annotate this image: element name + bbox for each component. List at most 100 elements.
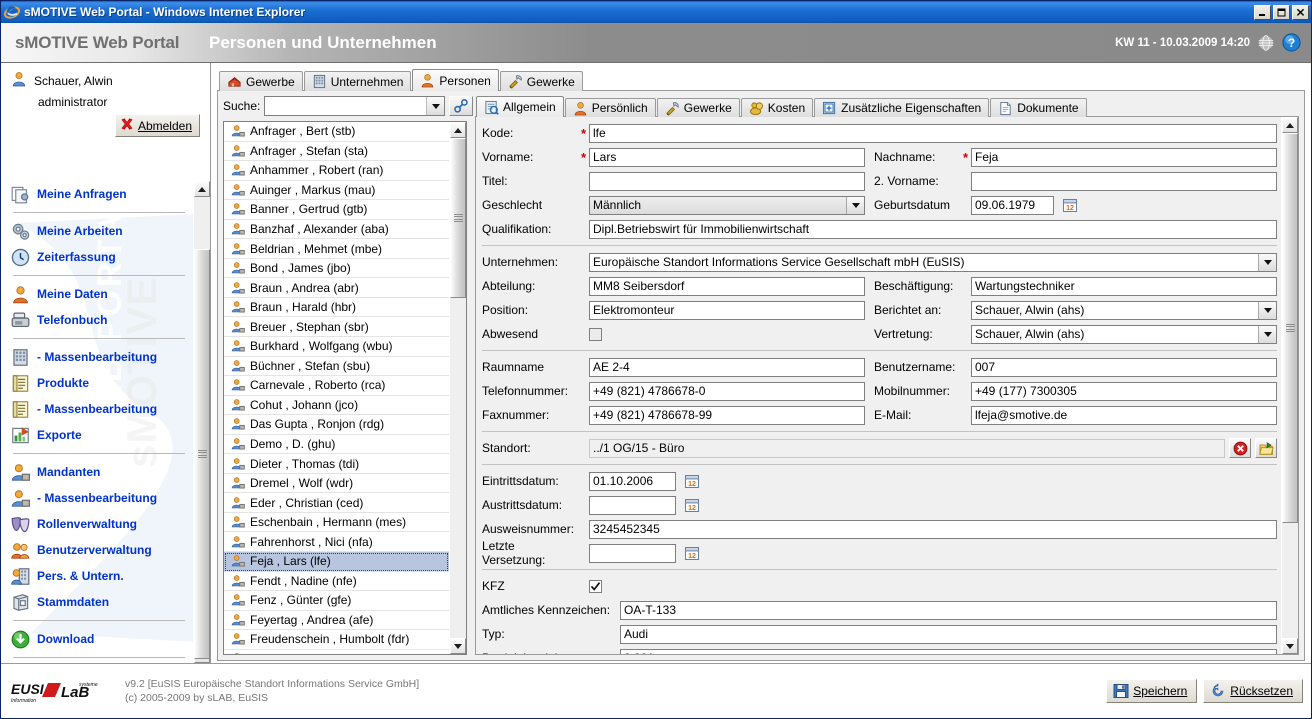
list-item[interactable]: Braun , Harald (hbr) [224, 298, 449, 318]
geschlecht-select[interactable]: Männlich [589, 195, 865, 215]
typ-input[interactable] [620, 624, 1277, 644]
tab-unternehmen[interactable]: Unternehmen [303, 71, 412, 91]
benutzername-input[interactable] [971, 357, 1277, 377]
faxnummer-input[interactable] [589, 405, 865, 425]
scroll-thumb[interactable] [1282, 133, 1298, 523]
search-combo[interactable] [264, 96, 446, 116]
tab-allgemein[interactable]: Allgemein [476, 96, 564, 117]
position-input[interactable] [589, 300, 865, 320]
sidebar-item-pers-untern[interactable]: Pers. & Untern. [11, 563, 187, 589]
list-item[interactable]: Dremel , Wolf (wdr) [224, 474, 449, 494]
chevron-down-icon[interactable] [1258, 253, 1276, 271]
list-item[interactable]: Demo , D. (ghu) [224, 435, 449, 455]
list-item[interactable]: Eschenbain , Hermann (mes) [224, 513, 449, 533]
sidebar-item-meine-anfragen[interactable]: Meine Anfragen [11, 181, 187, 207]
produktionsjahr-input[interactable] [620, 648, 1277, 654]
calendar-icon[interactable]: 12 [683, 544, 701, 562]
berichtet-an-select[interactable]: Schauer, Alwin (ahs) [971, 300, 1277, 320]
scroll-down-button[interactable] [450, 638, 466, 654]
chevron-down-icon[interactable] [1258, 301, 1276, 319]
scroll-track[interactable] [1282, 133, 1298, 638]
list-item[interactable]: Beldrian , Mehmet (mbe) [224, 239, 449, 259]
scroll-thumb[interactable] [450, 138, 466, 298]
scroll-up-button[interactable] [1282, 117, 1298, 133]
person-list-scrollbar[interactable] [449, 122, 466, 654]
kennzeichen-input[interactable] [620, 600, 1277, 620]
sidebar-item-massenbearbeitung[interactable]: - Massenbearbeitung [11, 344, 187, 370]
standort-pick-button[interactable] [1255, 438, 1277, 458]
list-item[interactable]: Feja , Lars (lfe) [224, 552, 449, 572]
qualifikation-input[interactable] [589, 219, 1277, 239]
sidebar-item-telefonbuch[interactable]: Telefonbuch [11, 307, 187, 333]
unternehmen-select[interactable]: Europäische Standort Informations Servic… [589, 252, 1277, 272]
sidebar-item-mandanten[interactable]: Mandanten [11, 459, 187, 485]
ausweisnummer-input[interactable] [589, 519, 1277, 539]
form-scrollbar[interactable] [1281, 117, 1298, 654]
sidebar-item-exporte[interactable]: Exporte [11, 422, 187, 448]
list-item[interactable]: Anfrager , Bert (stb) [224, 122, 449, 142]
sidebar-item-benutzerverwaltung[interactable]: Benutzerverwaltung [11, 537, 187, 563]
tab-persönlich[interactable]: Persönlich [564, 98, 656, 117]
save-button[interactable]: Speichern [1106, 679, 1198, 703]
list-item[interactable]: Freudenschein , Humbolt (fdr) [224, 630, 449, 650]
list-item[interactable]: Feyertag , Andrea (afe) [224, 611, 449, 631]
telefonnummer-input[interactable] [589, 381, 865, 401]
person-list[interactable]: Anfrager , Bert (stb) Anfrager , Stefan (… [224, 122, 449, 654]
abteilung-input[interactable] [589, 276, 865, 296]
search-button[interactable] [449, 96, 474, 116]
list-item[interactable]: Braun , Andrea (abr) [224, 278, 449, 298]
calendar-icon[interactable]: 12 [1061, 196, 1079, 214]
list-item[interactable]: Eder , Christian (ced) [224, 493, 449, 513]
scroll-down-button[interactable] [1282, 638, 1298, 654]
list-item[interactable]: Anfrager , Stefan (sta) [224, 142, 449, 162]
close-button[interactable] [1292, 4, 1309, 20]
list-item[interactable]: Fahrenhorst , Nici (nfa) [224, 532, 449, 553]
sidebar-item-download[interactable]: Download [11, 626, 187, 652]
kfz-checkbox[interactable] [589, 579, 602, 593]
globe-icon[interactable] [1257, 34, 1275, 52]
beschaeftigung-input[interactable] [971, 276, 1277, 296]
nachname-input[interactable] [971, 147, 1277, 167]
sidebar-item-massenbearbeitung[interactable]: - Massenbearbeitung [11, 396, 187, 422]
help-icon[interactable]: ? [1282, 33, 1301, 52]
austrittsdatum-input[interactable] [589, 495, 676, 515]
letzte-versetzung-input[interactable] [589, 543, 676, 563]
list-item[interactable]: Fäustle , Wilhelm (wfa) [224, 650, 449, 654]
scroll-up-button[interactable] [450, 122, 466, 138]
calendar-icon[interactable]: 12 [683, 496, 701, 514]
logout-button[interactable]: Abmelden [114, 114, 200, 137]
kode-input[interactable] [589, 123, 1277, 143]
reset-button[interactable]: Rücksetzen [1203, 679, 1303, 703]
list-item[interactable]: Fenz , Günter (gfe) [224, 591, 449, 611]
vertretung-select[interactable]: Schauer, Alwin (ahs) [971, 324, 1277, 344]
list-item[interactable]: Banzhaf , Alexander (aba) [224, 220, 449, 240]
scroll-track[interactable] [194, 197, 210, 659]
tab-zusätzliche-eigenschaften[interactable]: Zusätzliche Eigenschaften [814, 98, 990, 117]
sidebar-item-stammdaten[interactable]: Stammdaten [11, 589, 187, 615]
list-item[interactable]: Anhammer , Robert (ran) [224, 161, 449, 181]
minimize-button[interactable] [1254, 4, 1271, 20]
tab-dokumente[interactable]: Dokumente [990, 98, 1087, 117]
list-item[interactable]: Burkhard , Wolfgang (wbu) [224, 337, 449, 357]
calendar-icon[interactable]: 12 [683, 472, 701, 490]
sidebar-item-meine-arbeiten[interactable]: Meine Arbeiten [11, 218, 187, 244]
chevron-down-icon[interactable] [426, 97, 445, 115]
sidebar-scrollbar[interactable] [193, 181, 210, 663]
list-item[interactable]: Bond , James (jbo) [224, 259, 449, 279]
list-item[interactable]: Auinger , Markus (mau) [224, 181, 449, 201]
list-item[interactable]: Das Gupta , Ronjon (rdg) [224, 415, 449, 435]
sidebar-item-meine-daten[interactable]: Meine Daten [11, 281, 187, 307]
sidebar-item-zeiterfassung[interactable]: Zeiterfassung [11, 244, 187, 270]
mobilnummer-input[interactable] [971, 381, 1277, 401]
maximize-button[interactable] [1273, 4, 1290, 20]
list-item[interactable]: Cohut , Johann (jco) [224, 396, 449, 416]
zweiter-vorname-input[interactable] [971, 171, 1277, 191]
sidebar-item-rollenverwaltung[interactable]: Rollenverwaltung [11, 511, 187, 537]
list-item[interactable]: Banner , Gertrud (gtb) [224, 200, 449, 220]
eintrittsdatum-input[interactable] [589, 471, 676, 491]
chevron-down-icon[interactable] [846, 196, 864, 214]
tab-kosten[interactable]: Kosten [740, 98, 814, 117]
tab-personen[interactable]: Personen [412, 69, 499, 91]
raumname-input[interactable] [589, 357, 865, 377]
sidebar-item-massenbearbeitung[interactable]: - Massenbearbeitung [11, 485, 187, 511]
